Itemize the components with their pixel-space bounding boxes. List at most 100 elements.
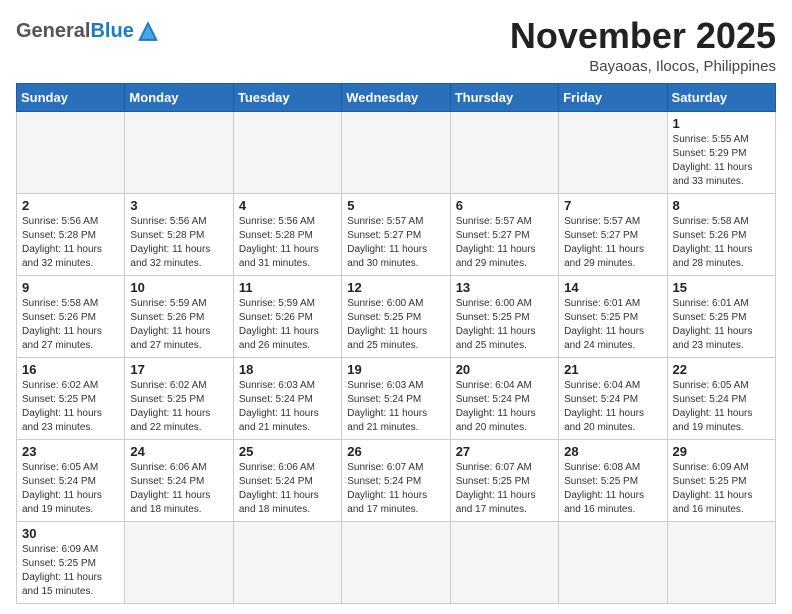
calendar-cell: 16 Sunrise: 6:02 AMSunset: 5:25 PMDayligh…: [17, 357, 125, 439]
calendar-week-2: 2 Sunrise: 5:56 AMSunset: 5:28 PMDaylight…: [17, 193, 776, 275]
calendar-cell: 27Sunrise: 6:07 AMSunset: 5:25 PMDayligh…: [450, 439, 558, 521]
calendar-cell: 12 Sunrise: 6:00 AMSunset: 5:25 PMDayligh…: [342, 275, 450, 357]
day-info: Sunrise: 6:02 AMSunset: 5:25 PMDaylight:…: [130, 379, 227, 435]
day-number: 18: [239, 362, 336, 377]
logo-general-text: General: [16, 20, 90, 42]
calendar-cell: 1Sunrise: 5:55 AMSunset: 5:29 PMDaylight…: [667, 111, 775, 193]
day-info: Sunrise: 5:58 AMSunset: 5:26 PMDaylight:…: [22, 297, 119, 353]
calendar-cell: 21 Sunrise: 6:04 AMSunset: 5:24 PMDayligh…: [559, 357, 667, 439]
day-number: 5: [347, 198, 444, 213]
calendar-cell: 23 Sunrise: 6:05 AMSunset: 5:24 PMDayligh…: [17, 439, 125, 521]
calendar-cell: [342, 521, 450, 603]
title-block: November 2025 Bayaoas, Ilocos, Philippin…: [510, 16, 776, 75]
calendar-cell: [342, 111, 450, 193]
calendar-cell: 26Sunrise: 6:07 AMSunset: 5:24 PMDayligh…: [342, 439, 450, 521]
calendar-cell: [125, 111, 233, 193]
calendar-cell: 7 Sunrise: 5:57 AMSunset: 5:27 PMDaylight…: [559, 193, 667, 275]
day-number: 13: [456, 280, 553, 295]
calendar-cell: 11 Sunrise: 5:59 AMSunset: 5:26 PMDayligh…: [233, 275, 341, 357]
day-info: Sunrise: 5:57 AMSunset: 5:27 PMDaylight:…: [347, 215, 444, 271]
day-info: Sunrise: 6:03 AMSunset: 5:24 PMDaylight:…: [347, 379, 444, 435]
day-number: 25: [239, 444, 336, 459]
calendar-cell: [233, 111, 341, 193]
day-number: 27: [456, 444, 553, 459]
day-number: 28: [564, 444, 661, 459]
calendar-header-wednesday: Wednesday: [342, 83, 450, 111]
day-info: Sunrise: 5:56 AMSunset: 5:28 PMDaylight:…: [130, 215, 227, 271]
day-number: 21: [564, 362, 661, 377]
calendar-cell: 5 Sunrise: 5:57 AMSunset: 5:27 PMDaylight…: [342, 193, 450, 275]
day-number: 22: [673, 362, 770, 377]
calendar-cell: [233, 521, 341, 603]
day-info: Sunrise: 6:01 AMSunset: 5:25 PMDaylight:…: [564, 297, 661, 353]
day-info: Sunrise: 6:04 AMSunset: 5:24 PMDaylight:…: [456, 379, 553, 435]
day-number: 2: [22, 198, 119, 213]
day-info: Sunrise: 6:00 AMSunset: 5:25 PMDaylight:…: [456, 297, 553, 353]
location: Bayaoas, Ilocos, Philippines: [510, 58, 776, 75]
calendar-header-row: SundayMondayTuesdayWednesdayThursdayFrid…: [17, 83, 776, 111]
day-info: Sunrise: 6:05 AMSunset: 5:24 PMDaylight:…: [22, 461, 119, 517]
day-number: 23: [22, 444, 119, 459]
day-info: Sunrise: 6:09 AMSunset: 5:25 PMDaylight:…: [673, 461, 770, 517]
logo-blue-text: Blue: [90, 20, 133, 42]
day-info: Sunrise: 5:59 AMSunset: 5:26 PMDaylight:…: [130, 297, 227, 353]
calendar-cell: 18 Sunrise: 6:03 AMSunset: 5:24 PMDayligh…: [233, 357, 341, 439]
day-info: Sunrise: 5:58 AMSunset: 5:26 PMDaylight:…: [673, 215, 770, 271]
day-info: Sunrise: 6:05 AMSunset: 5:24 PMDaylight:…: [673, 379, 770, 435]
calendar-cell: 17Sunrise: 6:02 AMSunset: 5:25 PMDayligh…: [125, 357, 233, 439]
calendar-cell: [450, 521, 558, 603]
day-info: Sunrise: 6:06 AMSunset: 5:24 PMDaylight:…: [130, 461, 227, 517]
header: General Blue November 2025 Bayaoas, Iloc…: [16, 16, 776, 75]
calendar-cell: [450, 111, 558, 193]
calendar-header-monday: Monday: [125, 83, 233, 111]
calendar-week-4: 16 Sunrise: 6:02 AMSunset: 5:25 PMDayligh…: [17, 357, 776, 439]
day-number: 7: [564, 198, 661, 213]
day-number: 24: [130, 444, 227, 459]
calendar-header-sunday: Sunday: [17, 83, 125, 111]
day-number: 3: [130, 198, 227, 213]
day-info: Sunrise: 6:08 AMSunset: 5:25 PMDaylight:…: [564, 461, 661, 517]
calendar-week-5: 23 Sunrise: 6:05 AMSunset: 5:24 PMDayligh…: [17, 439, 776, 521]
calendar-header-tuesday: Tuesday: [233, 83, 341, 111]
day-info: Sunrise: 6:09 AMSunset: 5:25 PMDaylight:…: [22, 543, 119, 599]
calendar-header-friday: Friday: [559, 83, 667, 111]
calendar-cell: [559, 521, 667, 603]
day-info: Sunrise: 6:00 AMSunset: 5:25 PMDaylight:…: [347, 297, 444, 353]
calendar-cell: 22 Sunrise: 6:05 AMSunset: 5:24 PMDayligh…: [667, 357, 775, 439]
calendar-cell: 25Sunrise: 6:06 AMSunset: 5:24 PMDayligh…: [233, 439, 341, 521]
calendar-week-6: 30 Sunrise: 6:09 AMSunset: 5:25 PMDayligh…: [17, 521, 776, 603]
calendar-header-saturday: Saturday: [667, 83, 775, 111]
calendar-week-1: 1Sunrise: 5:55 AMSunset: 5:29 PMDaylight…: [17, 111, 776, 193]
calendar-cell: 13 Sunrise: 6:00 AMSunset: 5:25 PMDayligh…: [450, 275, 558, 357]
calendar-cell: 20Sunrise: 6:04 AMSunset: 5:24 PMDayligh…: [450, 357, 558, 439]
calendar-cell: 3 Sunrise: 5:56 AMSunset: 5:28 PMDaylight…: [125, 193, 233, 275]
day-number: 29: [673, 444, 770, 459]
day-number: 15: [673, 280, 770, 295]
day-info: Sunrise: 6:01 AMSunset: 5:25 PMDaylight:…: [673, 297, 770, 353]
day-number: 14: [564, 280, 661, 295]
calendar-cell: [667, 521, 775, 603]
month-title: November 2025: [510, 16, 776, 56]
day-number: 11: [239, 280, 336, 295]
calendar-cell: 28 Sunrise: 6:08 AMSunset: 5:25 PMDayligh…: [559, 439, 667, 521]
day-number: 30: [22, 526, 119, 541]
day-info: Sunrise: 5:59 AMSunset: 5:26 PMDaylight:…: [239, 297, 336, 353]
day-info: Sunrise: 5:56 AMSunset: 5:28 PMDaylight:…: [239, 215, 336, 271]
day-number: 19: [347, 362, 444, 377]
day-info: Sunrise: 5:57 AMSunset: 5:27 PMDaylight:…: [564, 215, 661, 271]
calendar-cell: 15 Sunrise: 6:01 AMSunset: 5:25 PMDayligh…: [667, 275, 775, 357]
calendar-cell: 2 Sunrise: 5:56 AMSunset: 5:28 PMDaylight…: [17, 193, 125, 275]
calendar-cell: 19 Sunrise: 6:03 AMSunset: 5:24 PMDayligh…: [342, 357, 450, 439]
day-number: 8: [673, 198, 770, 213]
day-info: Sunrise: 6:02 AMSunset: 5:25 PMDaylight:…: [22, 379, 119, 435]
day-number: 12: [347, 280, 444, 295]
day-number: 16: [22, 362, 119, 377]
day-number: 9: [22, 280, 119, 295]
day-info: Sunrise: 6:03 AMSunset: 5:24 PMDaylight:…: [239, 379, 336, 435]
day-info: Sunrise: 6:04 AMSunset: 5:24 PMDaylight:…: [564, 379, 661, 435]
day-info: Sunrise: 5:56 AMSunset: 5:28 PMDaylight:…: [22, 215, 119, 271]
day-number: 1: [673, 116, 770, 131]
calendar-cell: 8 Sunrise: 5:58 AMSunset: 5:26 PMDaylight…: [667, 193, 775, 275]
logo-icon: [137, 20, 159, 42]
calendar-cell: [125, 521, 233, 603]
